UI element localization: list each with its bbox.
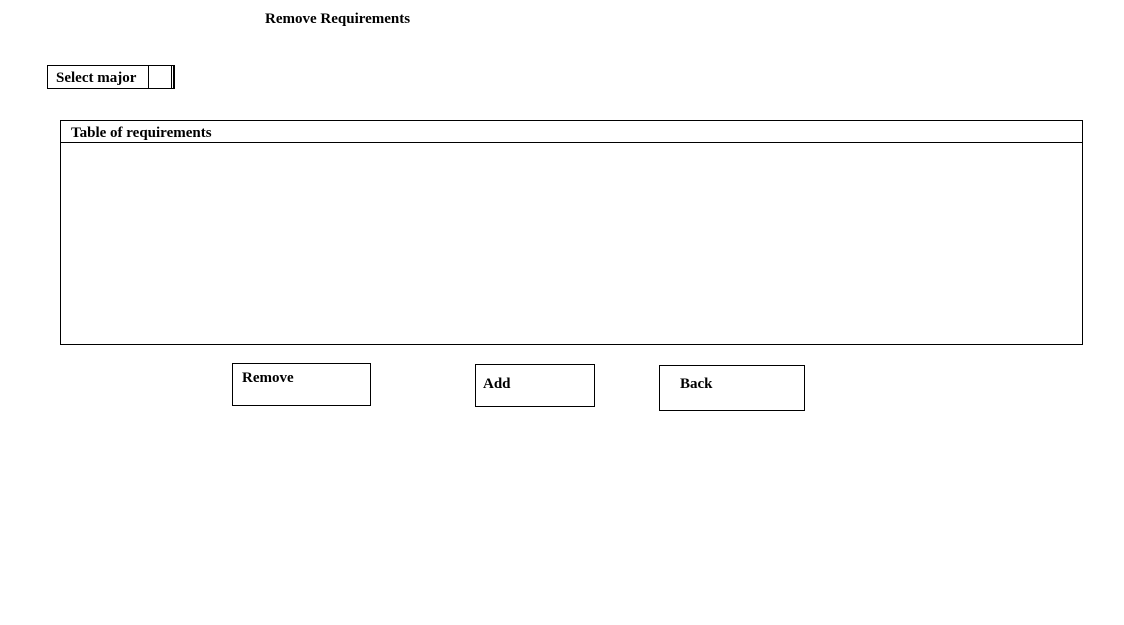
requirements-table: Table of requirements: [60, 120, 1083, 345]
add-button[interactable]: Add: [475, 364, 595, 407]
table-body[interactable]: [61, 143, 1082, 344]
back-button[interactable]: Back: [659, 365, 805, 411]
page-title: Remove Requirements: [265, 11, 411, 27]
select-major-control: Select major: [47, 65, 175, 89]
select-major-label: Select major: [56, 70, 137, 86]
table-header-label: Table of requirements: [71, 125, 212, 141]
back-button-label: Back: [680, 376, 713, 392]
remove-button[interactable]: Remove: [232, 363, 371, 406]
add-button-label: Add: [483, 376, 511, 392]
table-header: Table of requirements: [61, 121, 1082, 143]
major-dropdown[interactable]: [148, 65, 174, 89]
remove-button-label: Remove: [242, 370, 294, 386]
